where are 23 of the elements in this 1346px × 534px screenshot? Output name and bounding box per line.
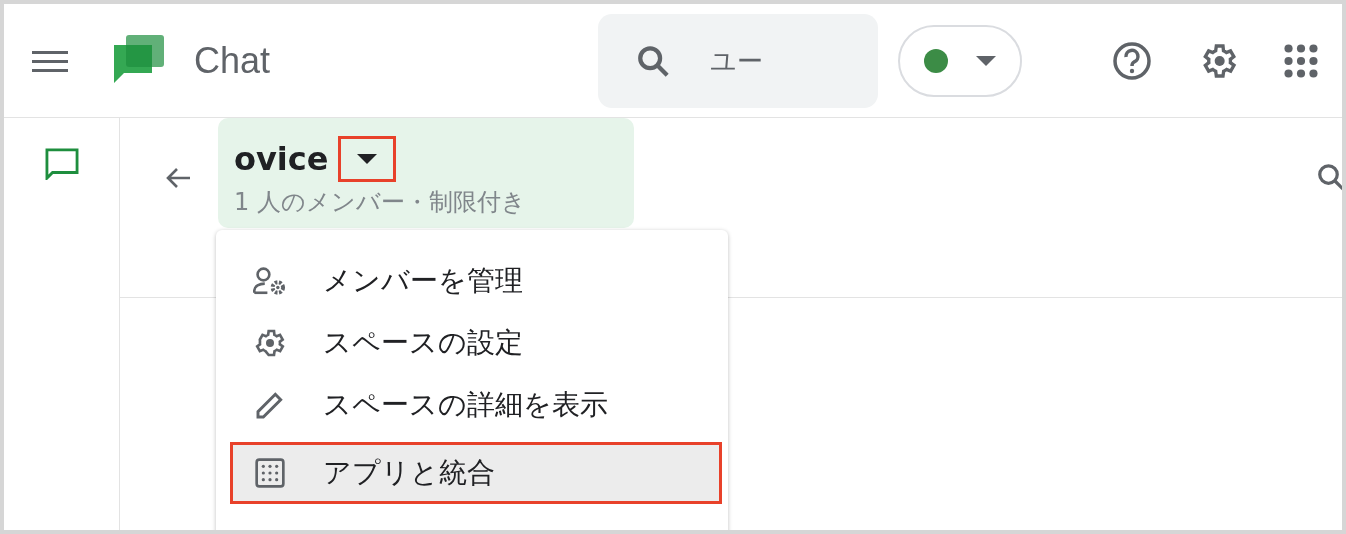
grid-icon [253,457,287,489]
caret-icon [357,154,378,164]
person-gear-icon [253,265,287,297]
menu-item[interactable]: スペースの詳細を表示 [216,374,722,436]
space-subtitle: 1 人のメンバー・制限付き [234,187,527,218]
search-icon[interactable] [1316,162,1342,192]
menu-item[interactable]: アプリと統合 [230,442,722,504]
back-arrow-icon[interactable] [164,166,192,190]
status-dot-icon [924,48,948,73]
caret-icon [976,55,996,66]
menu-icon[interactable] [32,48,68,73]
search-icon [636,43,670,78]
space-header[interactable]: ovice 1 人のメンバー・制限付き [218,118,634,228]
app-title: Chat [194,39,271,82]
dropdown-button[interactable] [338,136,397,182]
chat-bubble-icon[interactable] [44,148,79,180]
apps-grid-icon[interactable] [1284,43,1318,78]
menu-item[interactable]: スペースの設定 [216,312,722,374]
help-icon[interactable] [1112,40,1152,81]
menu-item[interactable]: メンバーを管理 [216,250,722,312]
search-field[interactable]: ユー [598,13,878,108]
space-name: ovice [234,140,329,178]
settings-icon [253,327,287,359]
